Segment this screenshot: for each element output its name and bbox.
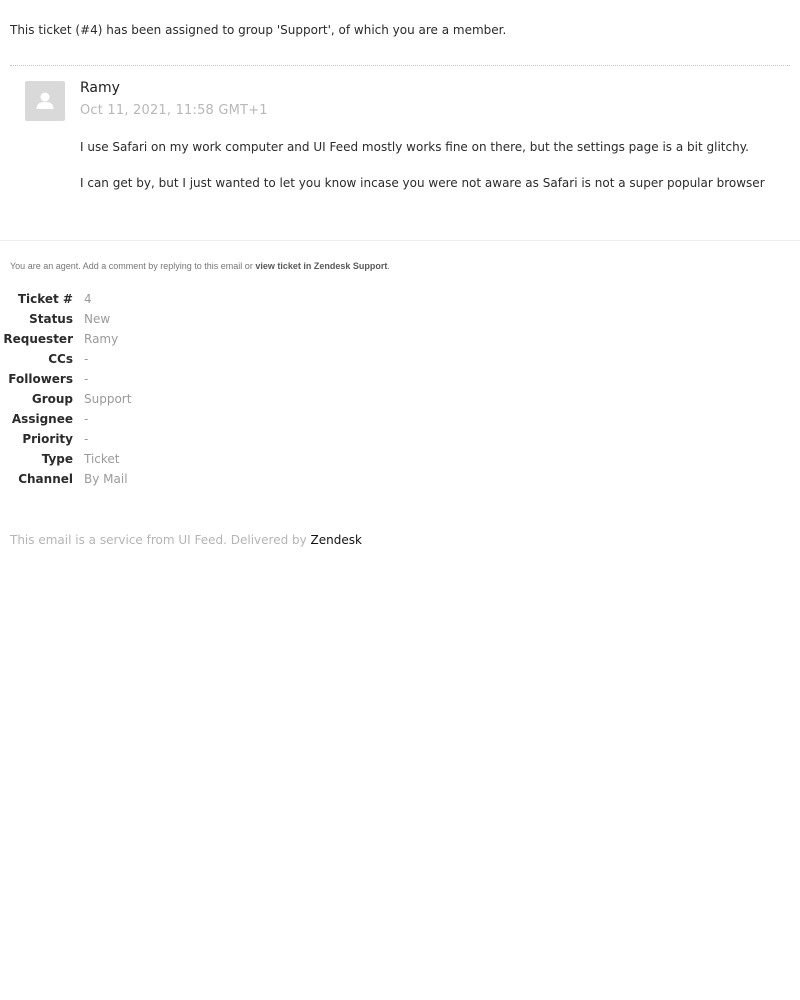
property-row-ticket-number: Ticket # 4 (0, 290, 300, 310)
property-value: - (84, 352, 89, 366)
property-label: Type (41, 452, 73, 466)
property-value: 4 (84, 292, 92, 306)
comment-paragraph: I can get by, but I just wanted to let y… (80, 176, 765, 190)
property-label: CCs (48, 352, 73, 366)
top-divider (10, 65, 790, 66)
user-placeholder-icon (36, 92, 54, 109)
comment-author: Ramy (80, 80, 120, 96)
agent-note-suffix: . (387, 261, 390, 271)
property-value: New (84, 312, 111, 326)
property-row-status: Status New (0, 310, 300, 330)
avatar (25, 81, 65, 121)
property-row-requester: Requester Ramy (0, 330, 300, 350)
zendesk-link[interactable]: Zendesk (311, 533, 362, 547)
property-value: Ramy (84, 332, 119, 346)
property-row-followers: Followers - (0, 370, 300, 390)
agent-note: You are an agent. Add a comment by reply… (10, 261, 390, 271)
property-value: - (84, 372, 89, 386)
property-row-group: Group Support (0, 390, 300, 410)
property-label: Channel (18, 472, 73, 486)
property-value: - (84, 412, 89, 426)
property-row-priority: Priority - (0, 430, 300, 450)
property-value: Ticket (84, 452, 120, 466)
footer: This email is a service from UI Feed. De… (10, 533, 362, 547)
comment-date: Oct 11, 2021, 11:58 GMT+1 (80, 103, 268, 118)
comment-paragraph: I use Safari on my work computer and UI … (80, 140, 749, 154)
property-label: Followers (8, 372, 73, 386)
property-label: Assignee (11, 412, 73, 426)
property-row-channel: Channel By Mail (0, 470, 300, 490)
property-label: Priority (22, 432, 73, 446)
property-value: Support (84, 392, 132, 406)
property-value: - (84, 432, 89, 446)
section-divider (0, 240, 800, 241)
property-label: Requester (3, 332, 73, 346)
property-row-ccs: CCs - (0, 350, 300, 370)
view-ticket-link[interactable]: view ticket in Zendesk Support (255, 261, 387, 271)
footer-text: This email is a service from UI Feed. De… (10, 533, 311, 547)
property-value: By Mail (84, 472, 128, 486)
property-label: Ticket # (17, 292, 73, 306)
agent-note-prefix: You are an agent. Add a comment by reply… (10, 261, 256, 271)
property-label: Status (29, 312, 73, 326)
property-row-type: Type Ticket (0, 450, 300, 470)
property-label: Group (31, 392, 73, 406)
property-row-assignee: Assignee - (0, 410, 300, 430)
intro-text: This ticket (#4) has been assigned to gr… (10, 23, 507, 37)
